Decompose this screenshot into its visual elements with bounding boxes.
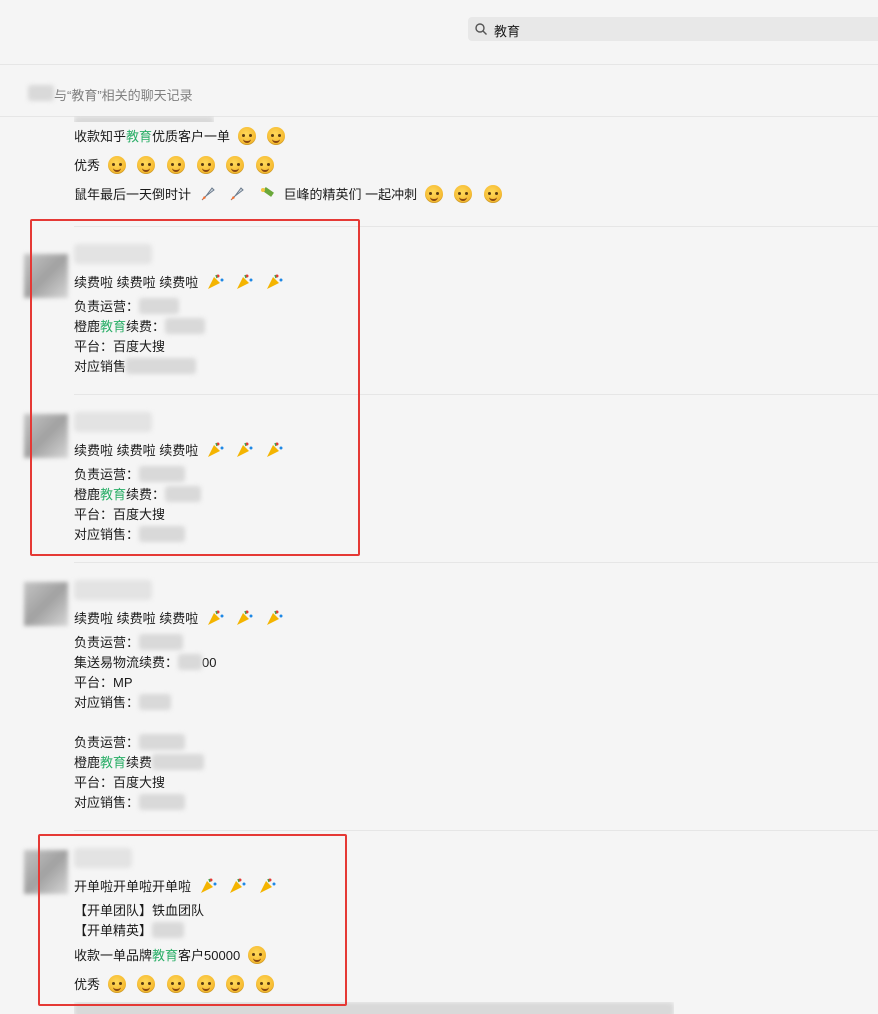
avatar[interactable] [24, 254, 68, 298]
message-line: 负责运营： [74, 298, 180, 316]
message-line: 【开单团队】铁血团队 [74, 903, 205, 918]
party-popper-icon [207, 610, 224, 625]
message-line: 平台：百度大搜 [74, 507, 166, 522]
party-face-icon [226, 975, 245, 993]
party-popper-icon [237, 442, 253, 457]
party-face-icon [107, 156, 126, 174]
avatar[interactable] [24, 414, 68, 458]
sender-name [74, 412, 152, 432]
party-popper-icon [267, 442, 283, 457]
redacted-text [152, 754, 205, 770]
redacted-text [28, 85, 54, 101]
redacted-text [139, 526, 186, 542]
message-line: 橙鹿教育续费： [74, 486, 202, 504]
redacted-text [165, 486, 202, 502]
message-line: 续费啦 续费啦 续费啦 [74, 273, 287, 292]
message-line: 鼠年最后一天倒时计 巨峰的精英们 一起冲刺 [74, 185, 506, 204]
search-icon [475, 23, 487, 35]
party-face-icon [166, 975, 185, 993]
redacted-text [126, 358, 197, 374]
message-line: 优秀 [74, 156, 278, 175]
sender-name [74, 244, 152, 264]
sender-name [74, 580, 152, 600]
message-line: 【开单精英】 [74, 922, 185, 940]
cut-line [74, 116, 214, 122]
party-popper-icon [267, 274, 283, 289]
results-title: 与“教育”相关的聊天记录 [54, 88, 193, 103]
redacted-text [178, 654, 203, 670]
message-item[interactable]: 续费啦 续费啦 续费啦 负责运营： 集送易物流续费： 00 平台：MP 对应销售：… [0, 562, 878, 830]
message-line: 对应销售： [74, 526, 186, 544]
message-line: 对应销售： [74, 794, 186, 812]
message-line: 续费啦 续费啦 续费啦 [74, 609, 287, 628]
redacted-text [139, 734, 186, 750]
party-popper-icon [259, 878, 276, 893]
party-face-icon [196, 975, 215, 993]
party-popper-icon [200, 878, 217, 893]
top-bar: 教育 [0, 0, 878, 65]
cut-line [74, 1002, 674, 1014]
party-popper-icon [237, 610, 253, 625]
message-item[interactable]: 续费啦 续费啦 续费啦 负责运营： 橙鹿教育续费： 平台：百度大搜 对应销售 [0, 226, 878, 394]
message-line: 负责运营： [74, 634, 184, 652]
dizzy-face-icon [247, 946, 266, 964]
redacted-text [139, 634, 184, 650]
message-line: 平台：MP [74, 675, 133, 690]
message-line: 对应销售： [74, 694, 172, 712]
kiss-face-icon [454, 185, 473, 203]
party-popper-icon [207, 274, 224, 289]
party-face-icon [196, 156, 215, 174]
dizzy-face-icon [267, 127, 286, 145]
firecracker-icon [260, 187, 274, 197]
party-popper-icon [207, 442, 224, 457]
party-popper-icon [267, 610, 283, 625]
party-popper-icon [230, 878, 246, 893]
message-line: 橙鹿教育续费 [74, 754, 205, 772]
search-input[interactable]: 教育 [494, 21, 520, 40]
message-line: 收款知乎教育优质客户一单 [74, 127, 289, 146]
redacted-text [152, 922, 185, 938]
kiss-face-icon [424, 185, 443, 203]
party-face-icon [107, 975, 126, 993]
message-line: 负责运营： [74, 734, 186, 752]
message-line: 平台：百度大搜 [74, 339, 166, 354]
kiss-face-icon [484, 185, 503, 203]
party-face-icon [137, 975, 156, 993]
search-box[interactable]: 教育 [468, 17, 878, 41]
redacted-text [165, 318, 206, 334]
avatar[interactable] [24, 850, 68, 894]
party-face-icon [255, 156, 274, 174]
message-line: 收款一单品牌教育客户50000 [74, 946, 270, 965]
message-item[interactable]: 续费啦 续费啦 续费啦 负责运营： 橙鹿教育续费： 平台：百度大搜 对应销售： [0, 394, 878, 562]
rocket-icon [230, 187, 245, 201]
message-line: 橙鹿教育续费： [74, 318, 206, 336]
sender-name [74, 848, 132, 868]
avatar[interactable] [24, 582, 68, 626]
message-line: 优秀 [74, 975, 278, 994]
message-line: 集送易物流续费： 00 [74, 654, 217, 670]
message-line: 负责运营： [74, 466, 186, 484]
redacted-text [139, 694, 172, 710]
party-face-icon [226, 156, 245, 174]
party-face-icon [137, 156, 156, 174]
party-face-icon [237, 127, 256, 145]
message-line: 开单啦开单啦开单啦 [74, 877, 280, 896]
message-line: 续费啦 续费啦 续费啦 [74, 441, 287, 460]
redacted-text [139, 298, 180, 314]
redacted-text [139, 466, 186, 482]
rocket-icon [201, 187, 215, 201]
party-face-icon [166, 156, 185, 174]
party-face-icon [255, 975, 274, 993]
party-popper-icon [237, 274, 253, 289]
message-line: 对应销售 [74, 358, 197, 376]
message-item[interactable]: 开单啦开单啦开单啦 【开单团队】铁血团队 【开单精英】 收款一单品牌教育客户50… [0, 830, 878, 1014]
redacted-text [139, 794, 186, 810]
message-line: 平台：百度大搜 [74, 775, 166, 790]
